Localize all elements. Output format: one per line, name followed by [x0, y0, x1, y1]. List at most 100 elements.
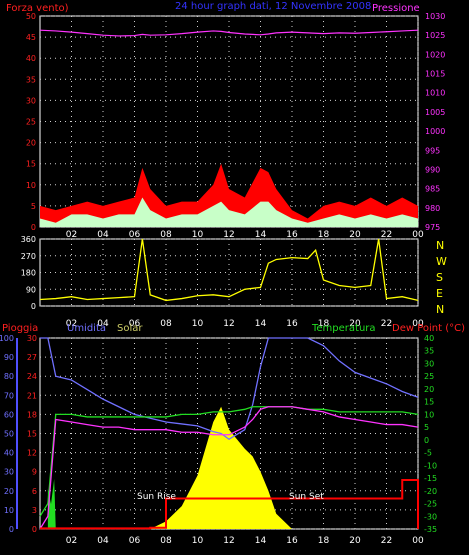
x-tick-label-middle: 10: [192, 319, 204, 329]
y-tick-wind: 20: [26, 139, 36, 148]
y-tick-temperature: 35: [424, 347, 434, 356]
x-tick-label-middle: 14: [255, 319, 267, 329]
y-tick-humidity: 30: [4, 468, 14, 477]
y-tick-wind: 45: [26, 33, 36, 42]
y-tick-temperature: -5: [424, 449, 432, 458]
temperature-label: Temperatura: [311, 323, 376, 334]
y-tick-temperature: 10: [424, 410, 434, 419]
x-tick-label-upper: 12: [223, 230, 234, 240]
y-tick-humidity: 20: [4, 487, 14, 496]
y-tick-pressure: 1015: [425, 70, 445, 79]
y-tick-direction: 270: [21, 252, 36, 261]
y-tick-temperature: -25: [424, 500, 437, 509]
y-tick-temperature: 0: [424, 436, 429, 445]
y-tick-temperature: -10: [424, 461, 437, 470]
y-tick-rain: 15: [27, 430, 37, 439]
x-tick-label-upper: 22: [381, 230, 392, 240]
y-tick-humidity: 0: [9, 525, 14, 534]
direction-letter-n-bottom: N: [436, 303, 444, 316]
y-tick-pressure: 975: [425, 223, 440, 232]
x-tick-label-lower: 04: [97, 536, 109, 546]
y-tick-humidity: 40: [4, 449, 14, 458]
y-tick-humidity: 80: [4, 372, 14, 381]
y-tick-pressure: 995: [425, 146, 440, 155]
x-tick-label-lower: 08: [160, 536, 172, 546]
y-tick-rain: 21: [27, 391, 37, 400]
y-tick-direction: 90: [26, 285, 36, 294]
pressure-label: Pressione: [372, 3, 420, 14]
x-tick-label-lower: 20: [349, 536, 361, 546]
y-tick-rain: 6: [32, 487, 37, 496]
y-tick-pressure: 1005: [425, 108, 445, 117]
y-tick-pressure: 1020: [425, 50, 445, 59]
y-tick-direction: 360: [21, 235, 36, 244]
x-tick-label-lower: 10: [192, 536, 204, 546]
y-tick-rain: 9: [32, 468, 37, 477]
solar-label: Solar: [117, 323, 143, 334]
y-tick-wind: 25: [26, 118, 36, 127]
y-tick-humidity: 60: [4, 410, 14, 419]
y-tick-wind: 35: [26, 75, 36, 84]
y-tick-rain: 24: [27, 372, 37, 381]
wind-speed-series: [39, 29, 419, 227]
y-tick-humidity: 100: [0, 334, 14, 343]
direction-letter-s: S: [436, 271, 443, 284]
x-tick-label-middle: 22: [381, 319, 392, 329]
wind-force-label: Forza vento): [6, 3, 69, 14]
x-tick-label-upper: 10: [192, 230, 204, 240]
x-tick-label-lower: 02: [66, 536, 77, 546]
x-tick-label-middle: 12: [223, 319, 234, 329]
y-tick-pressure: 1025: [425, 31, 445, 40]
y-tick-temperature: 25: [424, 372, 434, 381]
weather-graph-screen: Forza vento) 24 hour graph dati, 12 Nove…: [0, 0, 469, 555]
humidity-label: Umidita: [67, 323, 106, 334]
rain-humidity-temp-series: [39, 337, 419, 530]
y-tick-temperature: 30: [424, 359, 434, 368]
y-tick-temperature: 15: [424, 398, 434, 407]
weather-charts-svg: Forza vento) 24 hour graph dati, 12 Nove…: [0, 1, 465, 546]
y-tick-temperature: 5: [424, 423, 429, 432]
y-tick-wind: 30: [26, 96, 36, 105]
y-tick-pressure: 1000: [425, 127, 445, 136]
x-tick-label-upper: 08: [160, 230, 172, 240]
dew-point-label: Dew Point (°C): [392, 323, 465, 334]
x-tick-label-upper: 16: [286, 230, 298, 240]
direction-letter-n-top: N: [436, 239, 444, 252]
y-tick-humidity: 90: [4, 353, 14, 362]
y-tick-pressure: 980: [425, 204, 440, 213]
chart-header-title: 24 hour graph dati, 12 Novembre 2008: [175, 1, 371, 12]
y-tick-pressure: 1010: [425, 89, 445, 98]
y-tick-rain: 12: [27, 449, 37, 458]
y-tick-wind: 5: [31, 202, 36, 211]
x-tick-label-upper: 02: [66, 230, 77, 240]
x-tick-label-lower: 06: [129, 536, 141, 546]
y-tick-pressure: 1030: [425, 12, 445, 21]
x-tick-label-lower: 12: [223, 536, 234, 546]
x-tick-label-upper: 00: [412, 230, 424, 240]
y-tick-rain: 27: [27, 353, 37, 362]
y-tick-pressure: 985: [425, 185, 440, 194]
y-tick-wind: 0: [31, 223, 36, 232]
y-tick-pressure: 990: [425, 165, 440, 174]
x-tick-label-middle: 08: [160, 319, 172, 329]
x-tick-label-lower: 16: [286, 536, 298, 546]
solar-area: [40, 406, 418, 529]
y-tick-humidity: 10: [4, 506, 14, 515]
direction-letter-w: W: [436, 255, 447, 268]
x-tick-label-middle: 16: [286, 319, 298, 329]
y-tick-temperature: 40: [424, 334, 434, 343]
y-tick-wind: 40: [26, 54, 36, 63]
y-tick-rain: 0: [32, 525, 37, 534]
y-tick-humidity: 70: [4, 391, 14, 400]
y-tick-direction: 180: [21, 269, 36, 278]
y-tick-humidity: 50: [4, 430, 14, 439]
y-tick-temperature: -35: [424, 525, 437, 534]
y-tick-rain: 18: [27, 410, 37, 419]
x-tick-label-upper: 14: [255, 230, 267, 240]
x-tick-label-upper: 04: [97, 230, 109, 240]
y-tick-direction: 0: [31, 302, 36, 311]
y-tick-wind: 10: [26, 181, 36, 190]
rain-label: Pioggia: [2, 323, 38, 334]
x-tick-label-upper: 18: [318, 230, 330, 240]
sun-set-annotation: Sun Set: [289, 492, 324, 502]
